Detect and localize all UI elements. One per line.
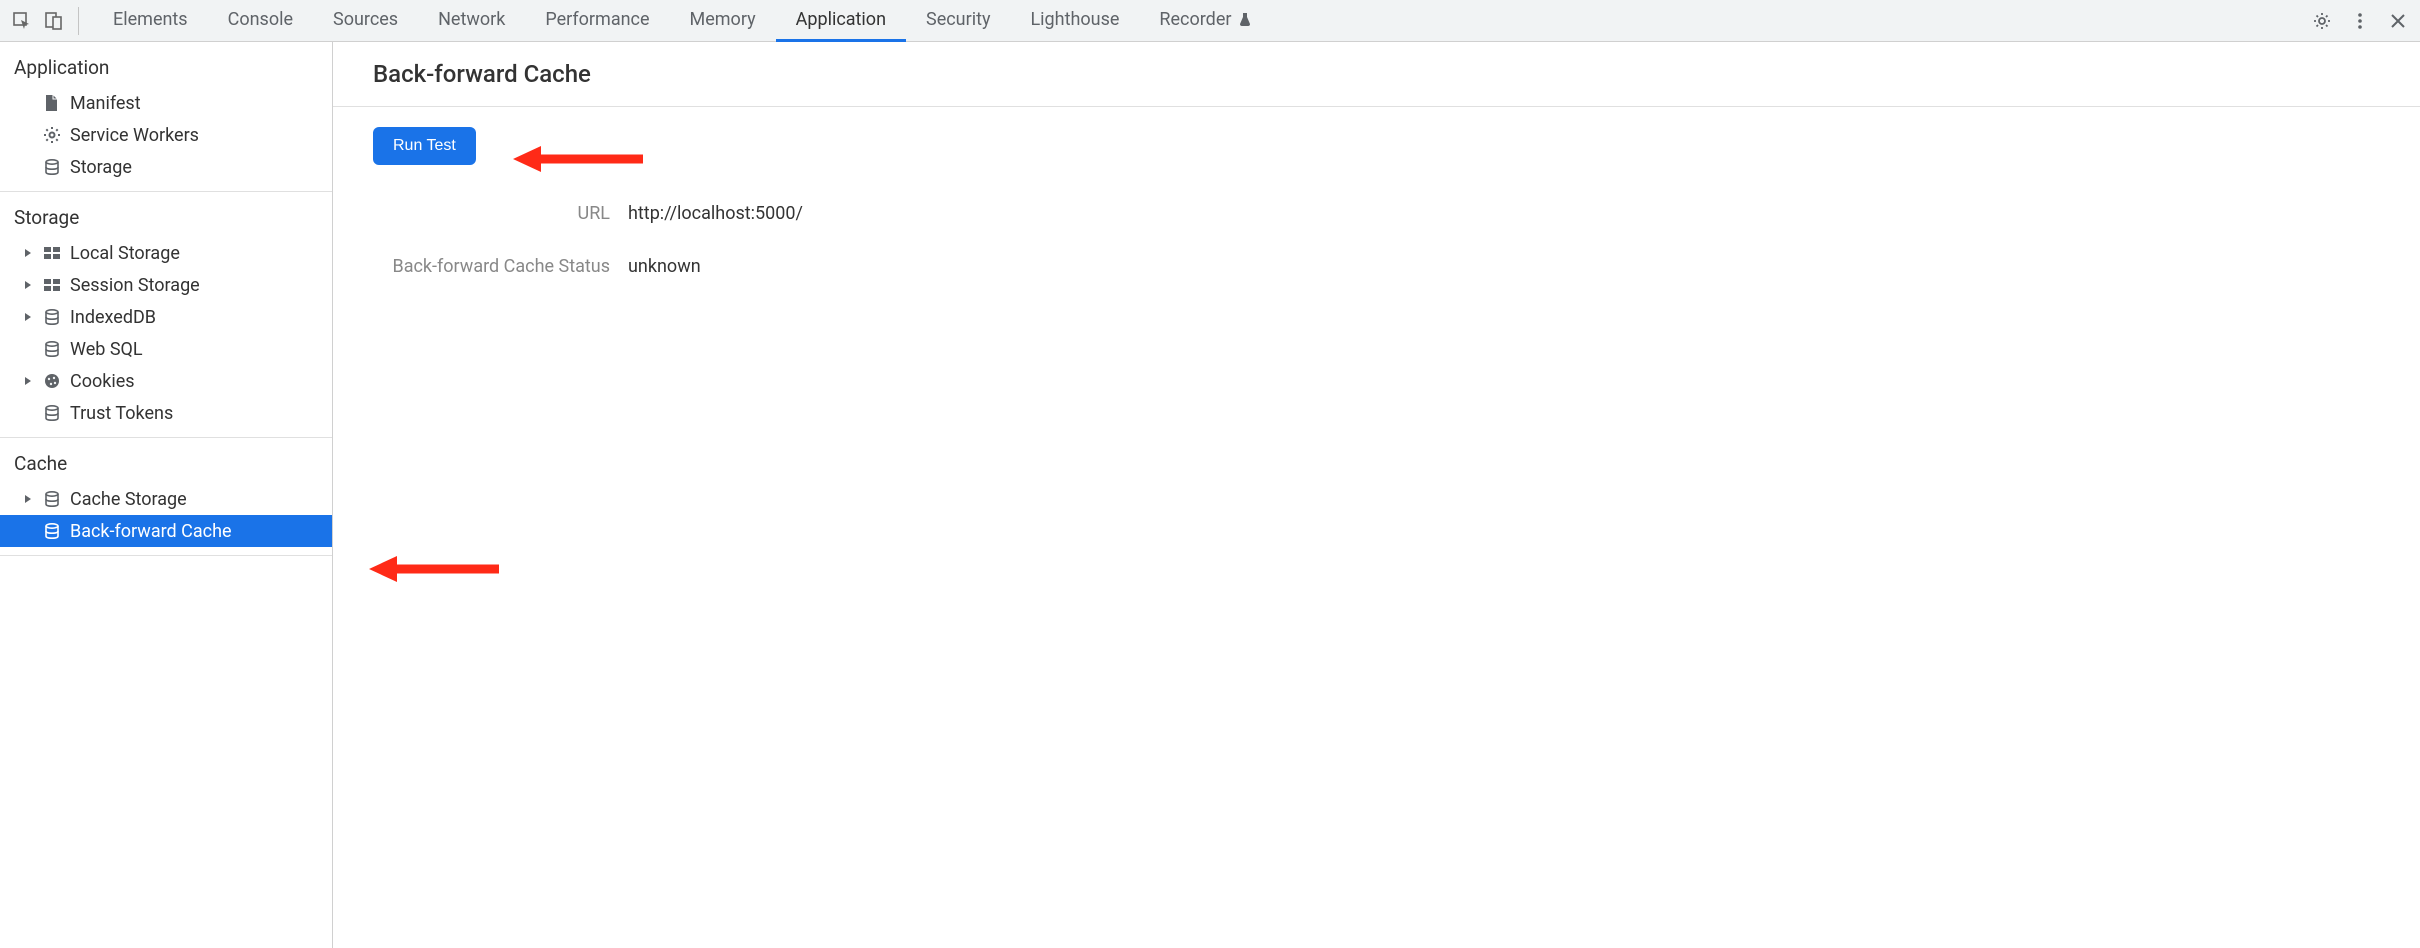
more-icon[interactable] bbox=[2348, 9, 2372, 33]
close-icon[interactable] bbox=[2386, 9, 2410, 33]
tab-security[interactable]: Security bbox=[906, 0, 1010, 42]
panel-title: Back-forward Cache bbox=[333, 42, 2420, 107]
annotation-arrow bbox=[369, 554, 499, 584]
cookie-icon bbox=[42, 371, 62, 391]
sidebar-item-service-workers[interactable]: Service Workers bbox=[0, 119, 332, 151]
db-icon bbox=[42, 521, 62, 541]
sidebar-item-label: Manifest bbox=[70, 93, 141, 114]
settings-icon[interactable] bbox=[2310, 9, 2334, 33]
sidebar-item-session-storage[interactable]: Session Storage bbox=[0, 269, 332, 301]
status-value: unknown bbox=[628, 256, 701, 277]
tree-arrow-icon bbox=[22, 493, 34, 505]
db-icon bbox=[42, 489, 62, 509]
run-test-button[interactable]: Run Test bbox=[373, 127, 476, 165]
tree-arrow-icon bbox=[22, 279, 34, 291]
db-icon bbox=[42, 339, 62, 359]
sidebar-item-label: Web SQL bbox=[70, 339, 143, 360]
url-label: URL bbox=[373, 203, 628, 224]
grid-icon bbox=[42, 275, 62, 295]
sidebar-item-label: Local Storage bbox=[70, 243, 180, 264]
sidebar-item-label: IndexedDB bbox=[70, 307, 156, 328]
tab-application[interactable]: Application bbox=[776, 0, 906, 42]
sidebar-item-label: Trust Tokens bbox=[70, 403, 173, 424]
tab-network[interactable]: Network bbox=[418, 0, 525, 42]
application-sidebar: Application Manifest Service Workers bbox=[0, 42, 333, 948]
sidebar-item-label: Back-forward Cache bbox=[70, 521, 232, 542]
sidebar-section-cache: Cache bbox=[0, 438, 332, 483]
sidebar-item-cookies[interactable]: Cookies bbox=[0, 365, 332, 397]
tree-arrow-icon bbox=[22, 247, 34, 259]
tree-arrow-icon bbox=[22, 311, 34, 323]
sidebar-item-back-forward-cache[interactable]: Back-forward Cache bbox=[0, 515, 332, 547]
tab-lighthouse[interactable]: Lighthouse bbox=[1010, 0, 1139, 42]
tab-performance[interactable]: Performance bbox=[525, 0, 669, 42]
sidebar-section-storage: Storage bbox=[0, 192, 332, 237]
tab-elements[interactable]: Elements bbox=[93, 0, 208, 42]
db-icon bbox=[42, 157, 62, 177]
inspect-icon[interactable] bbox=[10, 9, 34, 33]
db-icon bbox=[42, 307, 62, 327]
sidebar-item-label: Service Workers bbox=[70, 125, 199, 146]
grid-icon bbox=[42, 243, 62, 263]
tab-recorder-label: Recorder bbox=[1159, 9, 1231, 30]
device-toggle-icon[interactable] bbox=[42, 9, 66, 33]
db-icon bbox=[42, 403, 62, 423]
sidebar-item-label: Cache Storage bbox=[70, 489, 187, 510]
flask-icon bbox=[1237, 11, 1253, 27]
file-icon bbox=[42, 93, 62, 113]
sidebar-item-label: Cookies bbox=[70, 371, 135, 392]
sidebar-item-web-sql[interactable]: Web SQL bbox=[0, 333, 332, 365]
devtools-toolbar: Elements Console Sources Network Perform… bbox=[0, 0, 2420, 42]
tab-memory[interactable]: Memory bbox=[670, 0, 776, 42]
sidebar-item-cache-storage[interactable]: Cache Storage bbox=[0, 483, 332, 515]
sidebar-item-manifest[interactable]: Manifest bbox=[0, 87, 332, 119]
tab-recorder[interactable]: Recorder bbox=[1139, 0, 1273, 42]
sidebar-item-indexeddb[interactable]: IndexedDB bbox=[0, 301, 332, 333]
sidebar-item-label: Storage bbox=[70, 157, 132, 178]
sidebar-section-application: Application bbox=[0, 42, 332, 87]
sidebar-item-local-storage[interactable]: Local Storage bbox=[0, 237, 332, 269]
sidebar-item-label: Session Storage bbox=[70, 275, 200, 296]
sidebar-item-trust-tokens[interactable]: Trust Tokens bbox=[0, 397, 332, 429]
gear-icon bbox=[42, 125, 62, 145]
url-value: http://localhost:5000/ bbox=[628, 203, 803, 224]
main-panel: Back-forward Cache Run Test URL http://l… bbox=[333, 42, 2420, 948]
status-label: Back-forward Cache Status bbox=[373, 256, 628, 277]
tree-arrow-icon bbox=[22, 375, 34, 387]
tab-console[interactable]: Console bbox=[208, 0, 313, 42]
sidebar-item-storage[interactable]: Storage bbox=[0, 151, 332, 183]
tab-sources[interactable]: Sources bbox=[313, 0, 418, 42]
panel-tabs: Elements Console Sources Network Perform… bbox=[93, 0, 2296, 42]
